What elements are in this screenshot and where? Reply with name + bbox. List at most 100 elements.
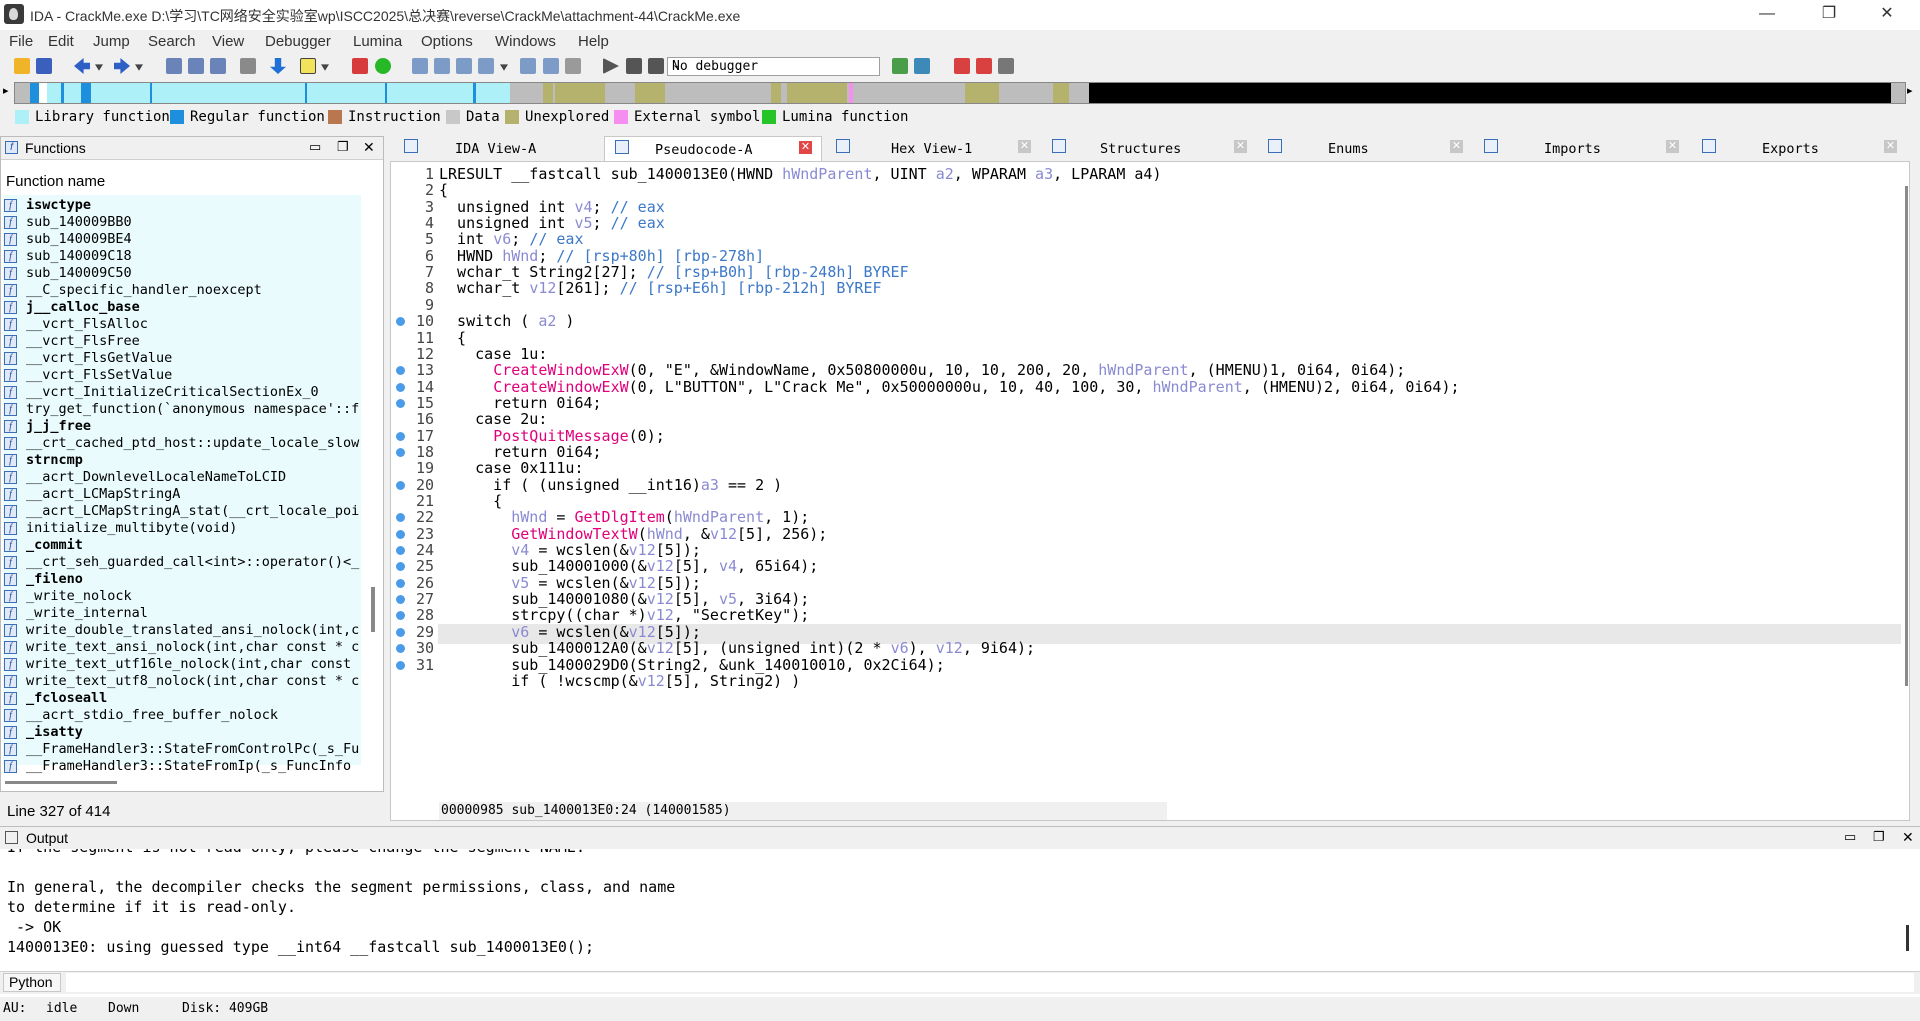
tab-structures[interactable]: Structures ✕ (1038, 136, 1252, 161)
save-icon[interactable] (36, 58, 52, 74)
function-list-item[interactable]: f _write_internal (4, 605, 360, 622)
menu-windows[interactable]: Windows (495, 33, 556, 50)
close-panel-icon[interactable]: ✕ (363, 139, 375, 156)
menu-options[interactable]: Options (421, 33, 473, 50)
close-panel-icon[interactable]: ✕ (1902, 829, 1914, 846)
stop-icon[interactable] (648, 58, 664, 74)
menu-view[interactable]: View (212, 33, 244, 50)
restore-button[interactable]: ❐ (1806, 0, 1852, 30)
function-list-item[interactable]: f __crt_cached_ptd_host::update_locale_sl… (4, 435, 360, 452)
jump-down-icon[interactable] (270, 58, 286, 74)
functions-scrollbar-thumb[interactable] (371, 587, 375, 632)
function-list-item[interactable]: f __vcrt_FlsGetValue (4, 350, 360, 367)
text-color-icon[interactable] (300, 58, 316, 74)
chevron-down-icon[interactable] (500, 64, 508, 71)
function-list-item[interactable]: f __acrt_stdio_free_buffer_nolock (4, 707, 360, 724)
function-name-column-header[interactable]: Function name (6, 173, 105, 190)
function-list-item[interactable]: f __vcrt_InitializeCriticalSectionEx_0 (4, 384, 360, 401)
float-panel-icon[interactable]: ❐ (1873, 829, 1885, 845)
pseudocode-view[interactable]: 1 LRESULT __fastcall sub_1400013E0(HWND h… (390, 161, 1910, 821)
add-breakpoint-icon[interactable] (976, 58, 992, 74)
search-binary-icon[interactable] (188, 58, 204, 74)
function-list-item[interactable]: f initialize_multibyte(void) (4, 520, 360, 537)
command-input[interactable] (66, 973, 1914, 992)
segment-icon[interactable] (456, 58, 472, 74)
maximize-panel-icon[interactable]: ▭ (1844, 829, 1856, 845)
function-list-item[interactable]: f _fcloseall (4, 690, 360, 707)
function-list-item[interactable]: f try_get_function(`anonymous namespace':… (4, 401, 360, 418)
function-list-item[interactable]: f write_text_utf8_nolock(int,char const *… (4, 673, 360, 690)
forward-arrow-icon[interactable] (114, 58, 130, 74)
function-list-item[interactable]: f __vcrt_FlsAlloc (4, 316, 360, 333)
function-list-item[interactable]: f __vcrt_FlsSetValue (4, 367, 360, 384)
nav-right-arrow-icon[interactable]: ▸ (1907, 84, 1917, 102)
tab-ida-view-a[interactable]: IDA View-A (390, 136, 604, 161)
function-list-item[interactable]: f iswctype (4, 197, 360, 214)
graph-icon[interactable] (352, 58, 368, 74)
minimize-button[interactable]: — (1744, 0, 1790, 30)
pause-icon[interactable] (626, 58, 642, 74)
function-list-item[interactable]: f sub_140009C18 (4, 248, 360, 265)
function-list-item[interactable]: f __FrameHandler3::StateFromIp(_s_FuncInf… (4, 758, 360, 775)
nav-left-arrow-icon[interactable]: ▸ (3, 84, 13, 102)
back-arrow-icon[interactable] (74, 58, 90, 74)
function-list-item[interactable]: f write_text_utf16le_nolock(int,char cons… (4, 656, 360, 673)
tools-icon[interactable] (520, 58, 536, 74)
tab-imports[interactable]: Imports ✕ (1470, 136, 1684, 161)
close-tab-icon[interactable]: ✕ (799, 141, 812, 154)
search-text-icon[interactable] (166, 58, 182, 74)
function-list-item[interactable]: f _write_nolock (4, 588, 360, 605)
open-file-icon[interactable] (14, 58, 30, 74)
function-list-item[interactable]: f __vcrt_FlsFree (4, 333, 360, 350)
menu-jump[interactable]: Jump (93, 33, 130, 50)
function-list-item[interactable]: f __C_specific_handler_noexcept (4, 282, 360, 299)
tab-pseudocode-a[interactable]: Pseudocode-A ✕ (604, 136, 822, 161)
function-list-item[interactable]: f _isatty (4, 724, 360, 741)
search-next-icon[interactable] (240, 58, 256, 74)
function-list-item[interactable]: f __acrt_LCMapStringA_stat(__crt_locale_p… (4, 503, 360, 520)
close-tab-icon[interactable]: ✕ (1018, 140, 1031, 153)
debugger-select[interactable]: No debugger ⌄ (667, 57, 880, 76)
function-list-item[interactable]: f __FrameHandler3::StateFromControlPc(_s_… (4, 741, 360, 758)
function-list-item[interactable]: f __crt_seh_guarded_call<int>::operator()… (4, 554, 360, 571)
debug-options-icon[interactable] (998, 58, 1014, 74)
search-immediate-icon[interactable] (210, 58, 226, 74)
struct-icon[interactable] (412, 58, 428, 74)
code-line[interactable]: if ( !wcscmp(&v12[5], String2) ) (391, 671, 1903, 691)
cross-ref-icon[interactable] (543, 58, 559, 74)
attach-icon[interactable] (892, 58, 908, 74)
tab-exports[interactable]: Exports ✕ (1688, 136, 1902, 161)
settings-icon[interactable] (565, 58, 581, 74)
maximize-panel-icon[interactable]: ▭ (309, 139, 321, 155)
float-panel-icon[interactable]: ❐ (337, 139, 349, 155)
chevron-down-icon[interactable] (95, 64, 103, 71)
menu-edit[interactable]: Edit (48, 33, 74, 50)
breakpoint-list-icon[interactable] (954, 58, 970, 74)
tab-enums[interactable]: Enums ✕ (1254, 136, 1468, 161)
function-list-item[interactable]: f _commit (4, 537, 360, 554)
menu-file[interactable]: File (9, 33, 33, 50)
function-list-item[interactable]: f write_double_translated_ansi_nolock(int… (4, 622, 360, 639)
function-list-item[interactable]: f sub_140009BE4 (4, 231, 360, 248)
menu-lumina[interactable]: Lumina (353, 33, 402, 50)
chevron-down-icon[interactable] (321, 64, 329, 71)
menu-help[interactable]: Help (578, 33, 609, 50)
navigation-band[interactable] (14, 82, 1906, 104)
output-log[interactable]: If the segment is not read-only, please … (0, 849, 1918, 967)
function-list-item[interactable]: f strncmp (4, 452, 360, 469)
function-list-item[interactable]: f sub_140009C50 (4, 265, 360, 282)
refresh-icon[interactable] (914, 58, 930, 74)
close-tab-icon[interactable]: ✕ (1234, 140, 1247, 153)
function-list-item[interactable]: f write_text_ansi_nolock(int,char const *… (4, 639, 360, 656)
close-tab-icon[interactable]: ✕ (1666, 140, 1679, 153)
run-icon[interactable] (603, 58, 619, 74)
menu-debugger[interactable]: Debugger (265, 33, 331, 50)
function-list-item[interactable]: f sub_140009BB0 (4, 214, 360, 231)
function-list-item[interactable]: f j__calloc_base (4, 299, 360, 316)
close-tab-icon[interactable]: ✕ (1450, 140, 1463, 153)
menu-search[interactable]: Search (148, 33, 196, 50)
patch-icon[interactable] (478, 58, 494, 74)
python-button[interactable]: Python (3, 973, 61, 992)
close-tab-icon[interactable]: ✕ (1884, 140, 1897, 153)
functions-hscroll-thumb[interactable] (5, 781, 117, 784)
